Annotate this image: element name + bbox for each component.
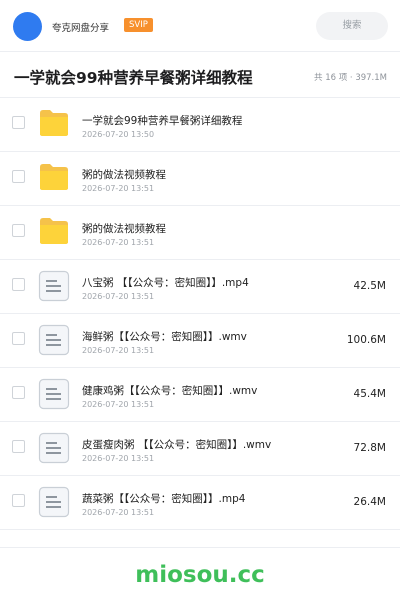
item-summary: 共 16 项 · 397.1M [314, 73, 387, 83]
row-checkbox[interactable] [12, 170, 25, 183]
file-row[interactable]: 健康鸡粥【【公众号：密知圈】】.wmv 2026-07-20 13:51 45.… [0, 368, 400, 422]
file-icon [38, 486, 70, 518]
file-row[interactable]: 蔬菜粥【【公众号：密知圈】】.mp4 2026-07-20 13:51 26.4… [0, 476, 400, 530]
row-checkbox[interactable] [12, 386, 25, 399]
folder-icon [38, 216, 70, 246]
file-row[interactable]: 粥的做法视频教程 2026-07-20 13:51 [0, 206, 400, 260]
file-row[interactable]: 粥的做法视频教程 2026-07-20 13:51 [0, 152, 400, 206]
header: 夸克网盘分享 SVIP 搜索 [0, 0, 400, 52]
file-date: 2026-07-20 13:51 [82, 508, 155, 517]
file-size: 26.4M [353, 496, 386, 508]
file-name: 八宝粥 【【公众号：密知圈】】.mp4 [82, 277, 249, 289]
watermark: miosou.cc [135, 562, 265, 588]
file-row[interactable]: 一学就会99种营养早餐粥详细教程 2026-07-20 13:50 [0, 98, 400, 152]
file-icon [38, 270, 70, 302]
file-row[interactable]: 八宝粥 【【公众号：密知圈】】.mp4 2026-07-20 13:51 42.… [0, 260, 400, 314]
file-name: 皮蛋瘦肉粥 【【公众号：密知圈】】.wmv [82, 439, 272, 451]
file-row[interactable]: 皮蛋瘦肉粥 【【公众号：密知圈】】.wmv 2026-07-20 13:51 7… [0, 422, 400, 476]
file-size: 72.8M [353, 442, 386, 454]
file-name: 健康鸡粥【【公众号：密知圈】】.wmv [82, 385, 258, 397]
file-size: 45.4M [353, 388, 386, 400]
row-checkbox[interactable] [12, 278, 25, 291]
footer-divider [0, 547, 400, 548]
file-date: 2026-07-20 13:51 [82, 346, 155, 355]
row-checkbox[interactable] [12, 440, 25, 453]
sharer-name: 夸克网盘分享 [52, 23, 110, 34]
avatar[interactable] [13, 12, 42, 41]
title-row: 一学就会99种营养早餐粥详细教程 共 16 项 · 397.1M [0, 52, 400, 98]
file-name: 粥的做法视频教程 [82, 223, 166, 235]
file-date: 2026-07-20 13:51 [82, 292, 155, 301]
file-size: 100.6M [346, 334, 386, 346]
file-size: 42.5M [353, 280, 386, 292]
app-root: 夸克网盘分享 SVIP 搜索 一学就会99种营养早餐粥详细教程 共 16 项 ·… [0, 0, 400, 600]
file-icon [38, 324, 70, 356]
row-checkbox[interactable] [12, 494, 25, 507]
row-checkbox[interactable] [12, 224, 25, 237]
file-date: 2026-07-20 13:51 [82, 238, 155, 247]
file-name: 粥的做法视频教程 [82, 169, 166, 181]
folder-icon [38, 162, 70, 192]
file-date: 2026-07-20 13:51 [82, 184, 155, 193]
row-checkbox[interactable] [12, 116, 25, 129]
svip-badge: SVIP [124, 18, 153, 32]
file-icon [38, 378, 70, 410]
folder-icon [38, 108, 70, 138]
row-checkbox[interactable] [12, 332, 25, 345]
file-name: 一学就会99种营养早餐粥详细教程 [82, 115, 243, 127]
search-button[interactable]: 搜索 [316, 12, 388, 40]
file-date: 2026-07-20 13:51 [82, 454, 155, 463]
file-date: 2026-07-20 13:51 [82, 400, 155, 409]
file-icon [38, 432, 70, 464]
file-name: 海鲜粥【【公众号：密知圈】】.wmv [82, 331, 247, 343]
page-title: 一学就会99种营养早餐粥详细教程 [14, 69, 253, 87]
file-list: 一学就会99种营养早餐粥详细教程 2026-07-20 13:50 粥的做法视频… [0, 98, 400, 530]
file-name: 蔬菜粥【【公众号：密知圈】】.mp4 [82, 493, 246, 505]
file-date: 2026-07-20 13:50 [82, 130, 155, 139]
file-row[interactable]: 海鲜粥【【公众号：密知圈】】.wmv 2026-07-20 13:51 100.… [0, 314, 400, 368]
